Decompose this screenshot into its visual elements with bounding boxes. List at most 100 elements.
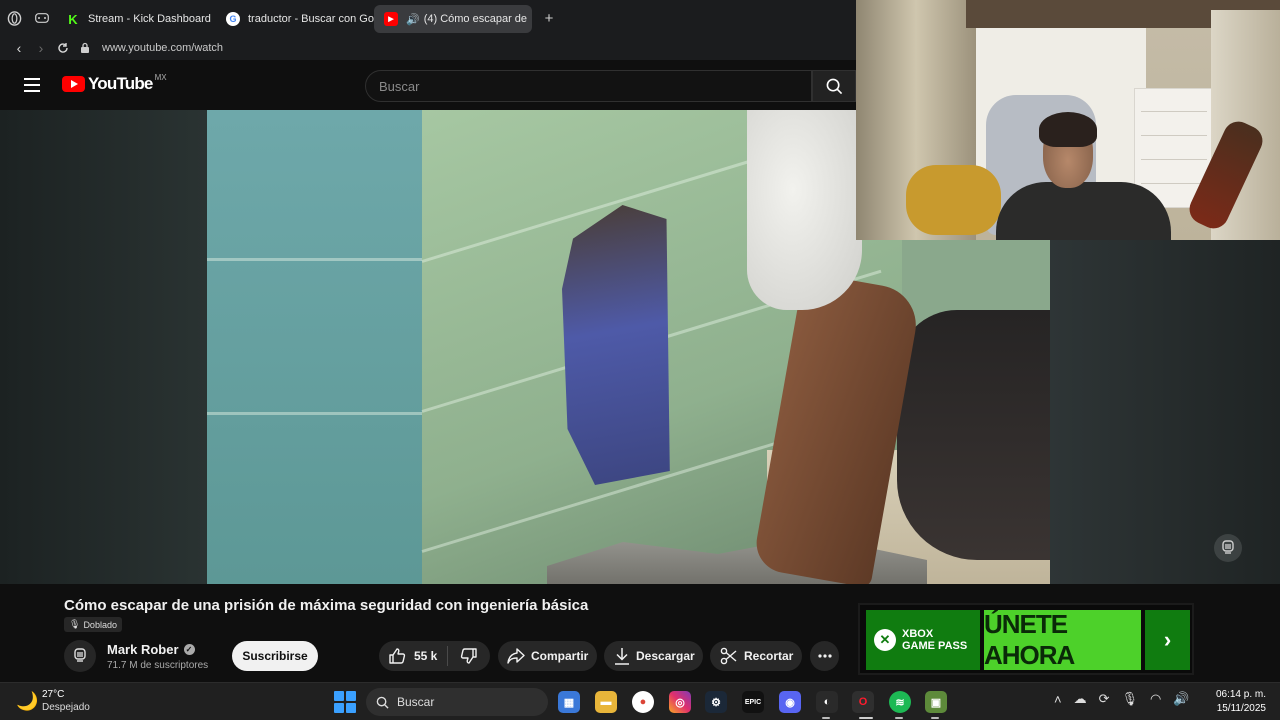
youtube-logo[interactable]: YouTube MX [62,72,167,94]
url-field[interactable]: www.youtube.com/watch [102,42,223,54]
thumbs-up-icon [389,648,406,664]
ad-cta-button[interactable]: ÚNETE AHORA [984,609,1141,670]
microphone-icon: 🎙 [69,619,81,629]
youtube-wordmark: YouTube [88,74,153,93]
channel-name-link[interactable]: Mark Rober ✓ [107,642,195,657]
windows-taskbar: 🌙 27°C Despejado Buscar ▦ ▬ ● ◎ ⚙ EPIC ◉… [0,682,1280,720]
search-input[interactable]: Buscar [365,70,812,102]
obs-icon[interactable]: ◐ [816,691,838,713]
share-button[interactable]: Compartir [498,641,597,671]
share-label: Compartir [531,649,589,663]
ambient-glow-left [0,110,207,584]
verified-icon: ✓ [183,644,195,655]
menu-icon[interactable] [24,78,40,92]
minecraft-active-indicator [931,717,939,719]
weather-description[interactable]: Despejado [42,702,90,713]
minecraft-icon[interactable]: ▣ [925,691,947,713]
chevron-up-icon[interactable]: ˄ [1054,692,1062,707]
scissors-icon [720,647,737,665]
tab-label: Stream - Kick Dashboard [88,13,211,25]
search-icon [826,78,842,94]
speaker-icon: 🔊 [406,13,420,26]
video-person-leg [897,310,1050,560]
search-icon [376,696,389,709]
instagram-icon[interactable]: ◎ [669,691,691,713]
like-button[interactable]: 55 k [379,641,447,671]
share-icon [507,648,525,664]
gamepad-icon[interactable] [28,0,56,36]
more-actions-button[interactable] [810,641,839,671]
kick-icon: K [66,12,80,27]
opera-menu-icon[interactable] [0,0,28,36]
wifi-icon[interactable]: ◠ [1150,691,1161,707]
tab-google-search[interactable]: G traductor - Buscar con Go [216,5,374,33]
cloud-icon[interactable]: ☁ [1074,691,1087,707]
ambient-glow-right [1050,238,1280,584]
clip-button[interactable]: Recortar [710,641,802,671]
moon-icon[interactable]: 🌙 [16,691,38,712]
xbox-game-pass-logo: ✕ XBOX GAME PASS [866,610,980,670]
download-button[interactable]: Descargar [604,641,703,671]
file-explorer-icon[interactable]: ▬ [595,691,617,713]
dubbed-badge: 🎙 Doblado [64,617,122,632]
spotify-icon[interactable]: ≋ [889,691,911,713]
more-horizontal-icon [817,654,832,658]
download-label: Descargar [636,649,695,663]
clip-label: Recortar [744,649,794,663]
volume-icon[interactable]: 🔊 [1173,691,1189,707]
search-button[interactable] [812,70,856,102]
youtube-icon: ▶ [384,12,398,26]
ad-logo-line2: GAME PASS [902,640,968,652]
windows-start-icon[interactable] [334,691,356,713]
google-icon: G [226,12,240,26]
lock-icon [74,38,96,58]
taskbar-search-label: Buscar [397,695,435,709]
weather-temperature[interactable]: 27°C [42,689,64,700]
xbox-game-pass-text: XBOX GAME PASS [902,628,967,652]
channel-name: Mark Rober [107,642,179,657]
ad-logo-line1: XBOX [902,628,934,640]
taskbar-search[interactable]: Buscar [366,688,548,716]
spotify-active-indicator [895,717,903,719]
channel-watermark-icon[interactable] [1214,534,1242,562]
chrome-icon[interactable]: ● [632,691,654,713]
webcam-pillow [906,165,1001,235]
xbox-ad-banner[interactable]: ✕ XBOX GAME PASS ÚNETE AHORA › [858,603,1194,675]
sync-icon[interactable]: ⟳ [1099,691,1110,707]
download-icon [615,648,629,665]
reload-icon[interactable] [52,38,74,58]
video-wall-hole [562,205,670,485]
forward-icon[interactable]: › [30,38,52,58]
tab-kick-dashboard[interactable]: K Stream - Kick Dashboard [56,5,216,33]
like-dislike-group: 55 k [379,641,490,671]
youtube-play-icon [62,76,85,92]
back-icon[interactable]: ‹ [8,38,30,58]
subscriber-count: 71.7 M de suscriptores [107,660,209,671]
tab-youtube-video[interactable]: ▶ 🔊 (4) Cómo escapar de [374,5,532,33]
store-icon[interactable]: ▦ [558,691,580,713]
microphone-icon[interactable]: 🎙 [1122,691,1139,707]
region-code: MX [154,72,167,82]
dislike-button[interactable] [448,641,490,671]
opera-icon[interactable]: O [852,691,874,713]
clock-date[interactable]: 15/11/2025 [1212,703,1266,714]
subscribe-button[interactable]: Suscribirse [232,641,318,671]
chevron-right-icon[interactable]: › [1145,610,1190,670]
webcam-overlay [856,0,1280,240]
new-tab-button[interactable]: + [538,7,560,29]
dubbed-label: Doblado [83,619,117,630]
video-title: Cómo escapar de una prisión de máxima se… [64,597,589,614]
discord-icon[interactable]: ◉ [779,691,801,713]
clock-time[interactable]: 06:14 p. m. [1212,689,1266,700]
thumbs-down-icon [460,648,477,664]
system-tray: ˄ ☁ ⟳ 🎙 ◠ 🔊 [1054,691,1190,707]
browser-tab-strip: K Stream - Kick Dashboard G traductor - … [0,0,856,36]
channel-avatar[interactable] [64,640,96,672]
video-person-cap [747,110,862,310]
steam-icon[interactable]: ⚙ [705,691,727,713]
address-bar: ‹ › www.youtube.com/watch [0,36,856,60]
youtube-header: YouTube MX Buscar [0,60,856,110]
epic-games-icon[interactable]: EPIC [742,691,764,713]
webcam-person-hair [1039,112,1097,147]
xbox-icon: ✕ [874,629,896,651]
